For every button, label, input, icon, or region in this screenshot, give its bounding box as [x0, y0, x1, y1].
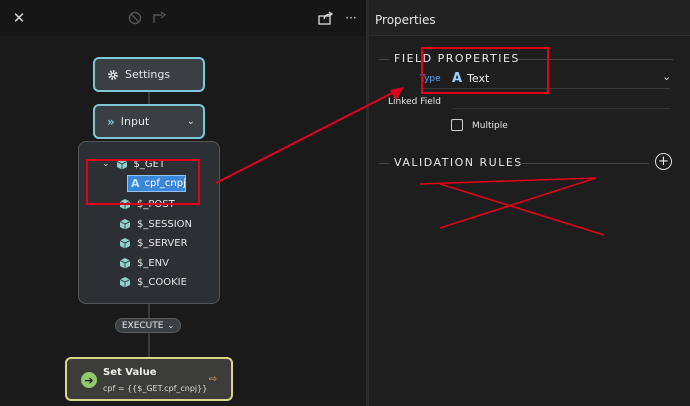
field-underline [452, 108, 670, 109]
properties-title: Properties [375, 13, 436, 27]
cube-icon [119, 277, 131, 288]
multiple-checkbox[interactable] [451, 119, 463, 131]
forward-icon[interactable] [150, 8, 170, 28]
annotation-box-selected [86, 159, 200, 205]
set-value-title: Set Value [103, 367, 157, 378]
no-entry-icon[interactable] [125, 8, 145, 28]
execute-button[interactable]: EXECUTE ⌄ [115, 318, 181, 333]
double-chevron-right-icon: » [107, 114, 115, 129]
tree-item-server[interactable]: $_SERVER [119, 237, 188, 249]
connector [148, 333, 150, 357]
chevron-down-icon[interactable]: ⌄ [662, 70, 671, 83]
cube-icon [119, 238, 131, 249]
input-node-label: Input [120, 115, 150, 128]
output-arrow-icon[interactable]: ⇨ [209, 374, 217, 385]
tree-item-label: $_COOKIE [137, 276, 187, 288]
tree-item-label: $_ENV [137, 257, 170, 269]
settings-node-label: Settings [125, 68, 171, 81]
tree-item-label: $_SERVER [137, 237, 188, 249]
share-icon[interactable] [316, 8, 336, 28]
connector [148, 304, 150, 318]
arrow-right-circle-icon: ➔ [81, 372, 97, 388]
cube-icon [119, 219, 131, 230]
execute-label: EXECUTE [121, 320, 164, 331]
set-value-node[interactable]: ➔ Set Value cpf = {{$_GET.cpf_cnpj}} ⇨ [65, 357, 233, 401]
linked-field-label: Linked Field [388, 97, 441, 107]
settings-node[interactable]: Settings [93, 57, 205, 92]
tree-item-label: $_SESSION [137, 218, 193, 230]
input-node[interactable]: » Input ⌄ [93, 104, 205, 139]
close-icon[interactable]: ✕ [9, 8, 29, 28]
annotation-box-type [421, 47, 549, 94]
chevron-down-icon: ⌄ [167, 321, 175, 330]
add-rule-button[interactable]: + [655, 153, 672, 170]
cube-icon [119, 258, 131, 269]
section-divider [379, 59, 389, 60]
validation-rules-title: VALIDATION RULES [394, 156, 523, 169]
connector [148, 92, 150, 104]
chevron-down-icon[interactable]: ⌄ [187, 116, 195, 127]
gear-icon [108, 69, 118, 80]
set-value-expression: cpf = {{$_GET.cpf_cnpj}} [103, 384, 208, 393]
properties-header: Properties [369, 0, 690, 36]
tree-item-cookie[interactable]: $_COOKIE [119, 276, 187, 288]
more-menu-icon[interactable]: ··· [341, 8, 361, 28]
section-divider [517, 163, 649, 164]
section-divider [379, 163, 389, 164]
multiple-label: Multiple [472, 121, 508, 131]
flow-toolbar: ✕ ··· [0, 0, 366, 36]
tree-item-session[interactable]: $_SESSION [119, 218, 192, 230]
tree-item-env[interactable]: $_ENV [119, 257, 169, 269]
